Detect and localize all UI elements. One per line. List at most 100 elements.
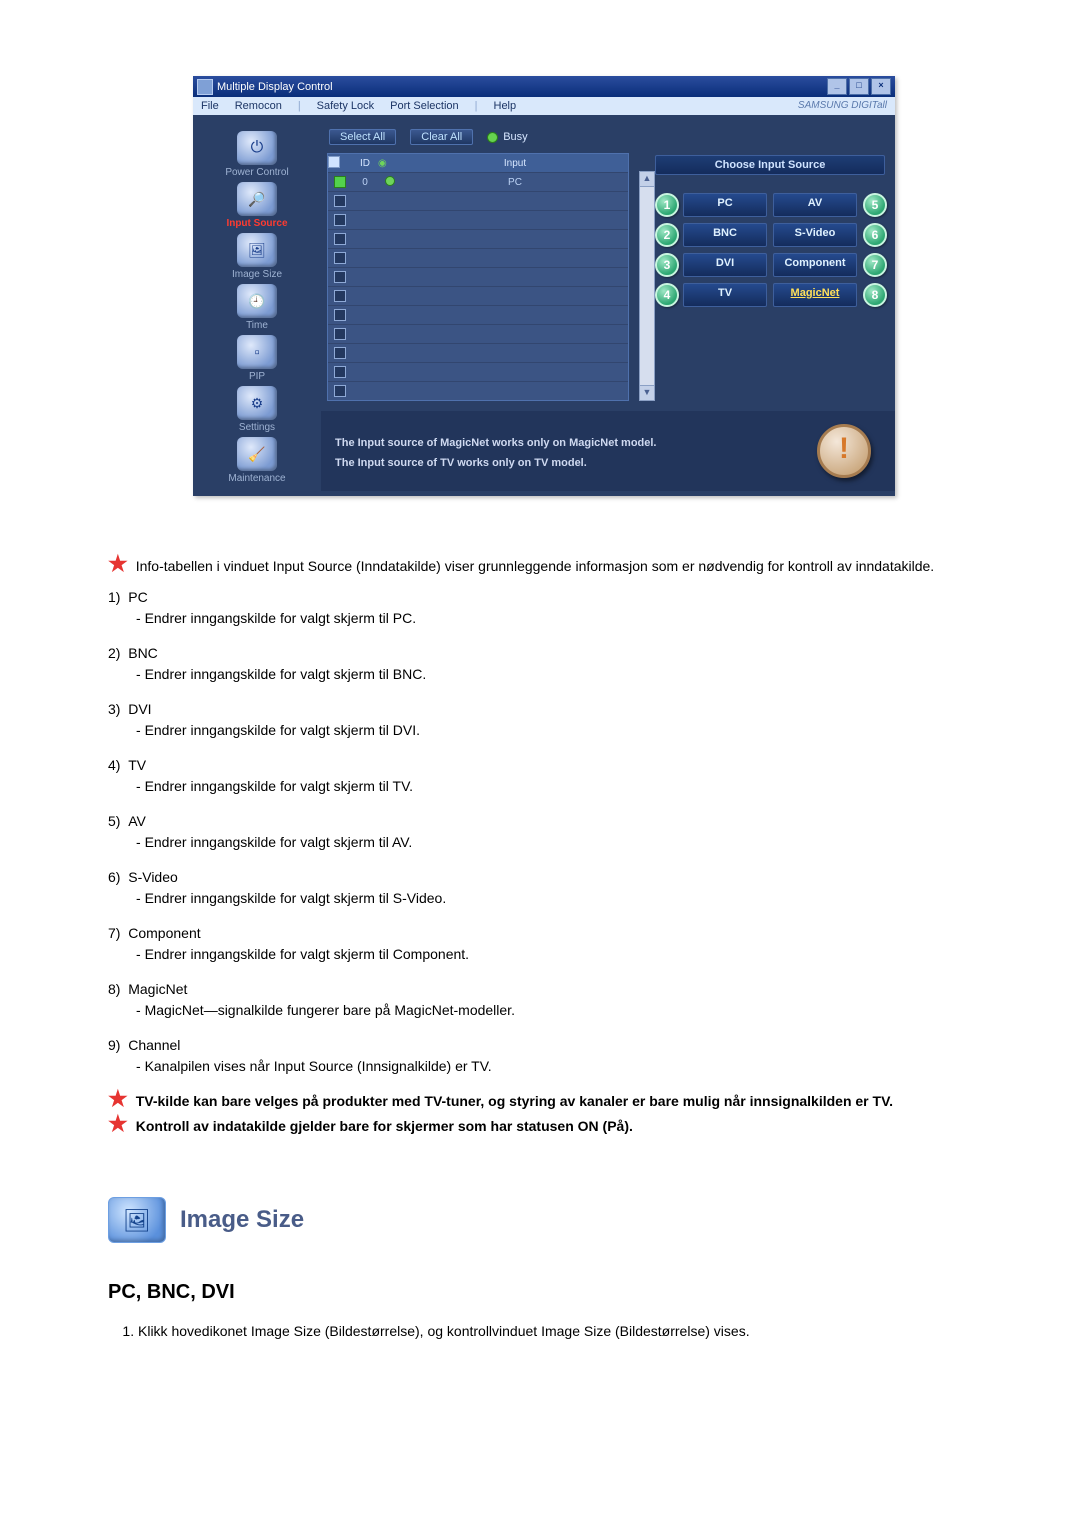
menu-separator: |	[475, 100, 478, 112]
source-component-button[interactable]: Component	[773, 253, 857, 277]
subheading: PC, BNC, DVI	[108, 1277, 980, 1307]
checkbox-icon[interactable]	[334, 290, 346, 302]
grid-header: ID ◉ Input	[328, 154, 628, 172]
footer-notes: The Input source of MagicNet works only …	[321, 411, 895, 491]
menu-file[interactable]: File	[201, 100, 219, 112]
sidebar-item-label: Maintenance	[197, 473, 317, 484]
source-svideo-button[interactable]: S-Video	[773, 223, 857, 247]
footer-line-2: The Input source of TV works only on TV …	[335, 457, 881, 469]
checkbox-icon[interactable]	[334, 195, 346, 207]
source-pc-button[interactable]: PC	[683, 193, 767, 217]
checkbox-icon[interactable]	[334, 309, 346, 321]
table-row[interactable]	[328, 362, 628, 381]
callout-badge-1: 1	[655, 193, 679, 217]
clear-all-button[interactable]: Clear All	[410, 129, 473, 145]
table-row[interactable]	[328, 324, 628, 343]
minimize-button[interactable]: _	[827, 78, 847, 95]
broom-icon	[237, 437, 277, 471]
intro-text: Info-tabellen i vinduet Input Source (In…	[136, 556, 934, 577]
gear-icon	[237, 386, 277, 420]
menu-safety-lock[interactable]: Safety Lock	[317, 100, 374, 112]
section-title: Image Size	[180, 1202, 304, 1238]
sidebar-item-input-source[interactable]: Input Source	[197, 182, 317, 229]
checkbox-icon[interactable]	[334, 176, 346, 188]
callout-badge-5: 5	[863, 193, 887, 217]
table-row[interactable]	[328, 248, 628, 267]
checkbox-icon[interactable]	[334, 271, 346, 283]
list-item: 8) MagicNet MagicNet—signalkilde fungere…	[108, 979, 980, 1021]
callout-badge-3: 3	[655, 253, 679, 277]
table-row[interactable]	[328, 381, 628, 400]
source-magicnet-button[interactable]: MagicNet	[773, 283, 857, 307]
sidebar-item-label: PIP	[197, 371, 317, 382]
table-row[interactable]	[328, 191, 628, 210]
image-size-icon: 🖼	[108, 1197, 166, 1243]
display-grid: ID ◉ Input 0 PC	[327, 153, 629, 401]
busy-indicator: Busy	[487, 131, 527, 143]
menu-remocon[interactable]: Remocon	[235, 100, 282, 112]
source-bnc-button[interactable]: BNC	[683, 223, 767, 247]
description-list: 1) PC Endrer inngangskilde for valgt skj…	[108, 587, 980, 1077]
menu-help[interactable]: Help	[494, 100, 517, 112]
panel-title: Choose Input Source	[655, 155, 885, 175]
scroll-down-icon[interactable]: ▼	[640, 385, 654, 400]
clock-icon	[237, 284, 277, 318]
sidebar-item-image-size[interactable]: Image Size	[197, 233, 317, 280]
table-row[interactable]	[328, 229, 628, 248]
sidebar-item-label: Time	[197, 320, 317, 331]
grid-header-id: ID	[352, 158, 378, 169]
input-source-icon	[237, 182, 277, 216]
table-row[interactable]	[328, 286, 628, 305]
callout-badge-4: 4	[655, 283, 679, 307]
footnote-1: ★ TV-kilde kan bare velges på produkter …	[108, 1091, 980, 1112]
sidebar-item-maintenance[interactable]: Maintenance	[197, 437, 317, 484]
app-window: Multiple Display Control _ □ × File Remo…	[193, 76, 895, 496]
list-item: 5) AV Endrer inngangskilde for valgt skj…	[108, 811, 980, 853]
footnote-2: ★ Kontroll av indatakilde gjelder bare f…	[108, 1116, 980, 1137]
image-size-icon	[237, 233, 277, 267]
choose-input-panel: Choose Input Source 1 PC AV 5 2 BNC S-Vi…	[651, 153, 889, 401]
titlebar: Multiple Display Control _ □ ×	[193, 76, 895, 97]
table-row[interactable]	[328, 343, 628, 362]
checkbox-icon[interactable]	[334, 366, 346, 378]
close-button[interactable]: ×	[871, 78, 891, 95]
select-all-button[interactable]: Select All	[329, 129, 396, 145]
section-heading: 🖼 Image Size	[108, 1197, 980, 1243]
source-av-button[interactable]: AV	[773, 193, 857, 217]
list-item: 2) BNC Endrer inngangskilde for valgt sk…	[108, 643, 980, 685]
checkbox-icon[interactable]	[334, 214, 346, 226]
menu-port-selection[interactable]: Port Selection	[390, 100, 458, 112]
checkbox-icon[interactable]	[334, 252, 346, 264]
sidebar-item-label: Settings	[197, 422, 317, 433]
checkbox-icon[interactable]	[334, 385, 346, 397]
busy-label: Busy	[503, 131, 527, 143]
checkbox-icon[interactable]	[334, 347, 346, 359]
source-dvi-button[interactable]: DVI	[683, 253, 767, 277]
table-row[interactable]	[328, 210, 628, 229]
callout-badge-6: 6	[863, 223, 887, 247]
sidebar-item-label: Power Control	[197, 167, 317, 178]
maximize-button[interactable]: □	[849, 78, 869, 95]
sidebar-item-settings[interactable]: Settings	[197, 386, 317, 433]
checkbox-icon[interactable]	[334, 233, 346, 245]
app-icon	[197, 79, 213, 95]
scroll-up-icon[interactable]: ▲	[640, 172, 654, 187]
scrollbar[interactable]: ▲ ▼	[639, 171, 655, 401]
menu-separator: |	[298, 100, 301, 112]
table-row[interactable]	[328, 267, 628, 286]
list-item: 6) S-Video Endrer inngangskilde for valg…	[108, 867, 980, 909]
checkbox-icon[interactable]	[334, 328, 346, 340]
sidebar: Power Control Input Source Image Size Ti…	[193, 115, 321, 496]
list-item: 4) TV Endrer inngangskilde for valgt skj…	[108, 755, 980, 797]
footer-line-1: The Input source of MagicNet works only …	[335, 437, 881, 449]
pip-icon	[237, 335, 277, 369]
list-item: 1) PC Endrer inngangskilde for valgt skj…	[108, 587, 980, 629]
sidebar-item-time[interactable]: Time	[197, 284, 317, 331]
sidebar-item-pip[interactable]: PIP	[197, 335, 317, 382]
list-item: 3) DVI Endrer inngangskilde for valgt sk…	[108, 699, 980, 741]
sidebar-item-label: Image Size	[197, 269, 317, 280]
table-row[interactable]	[328, 305, 628, 324]
table-row[interactable]: 0 PC	[328, 172, 628, 191]
sidebar-item-power[interactable]: Power Control	[197, 131, 317, 178]
source-tv-button[interactable]: TV	[683, 283, 767, 307]
